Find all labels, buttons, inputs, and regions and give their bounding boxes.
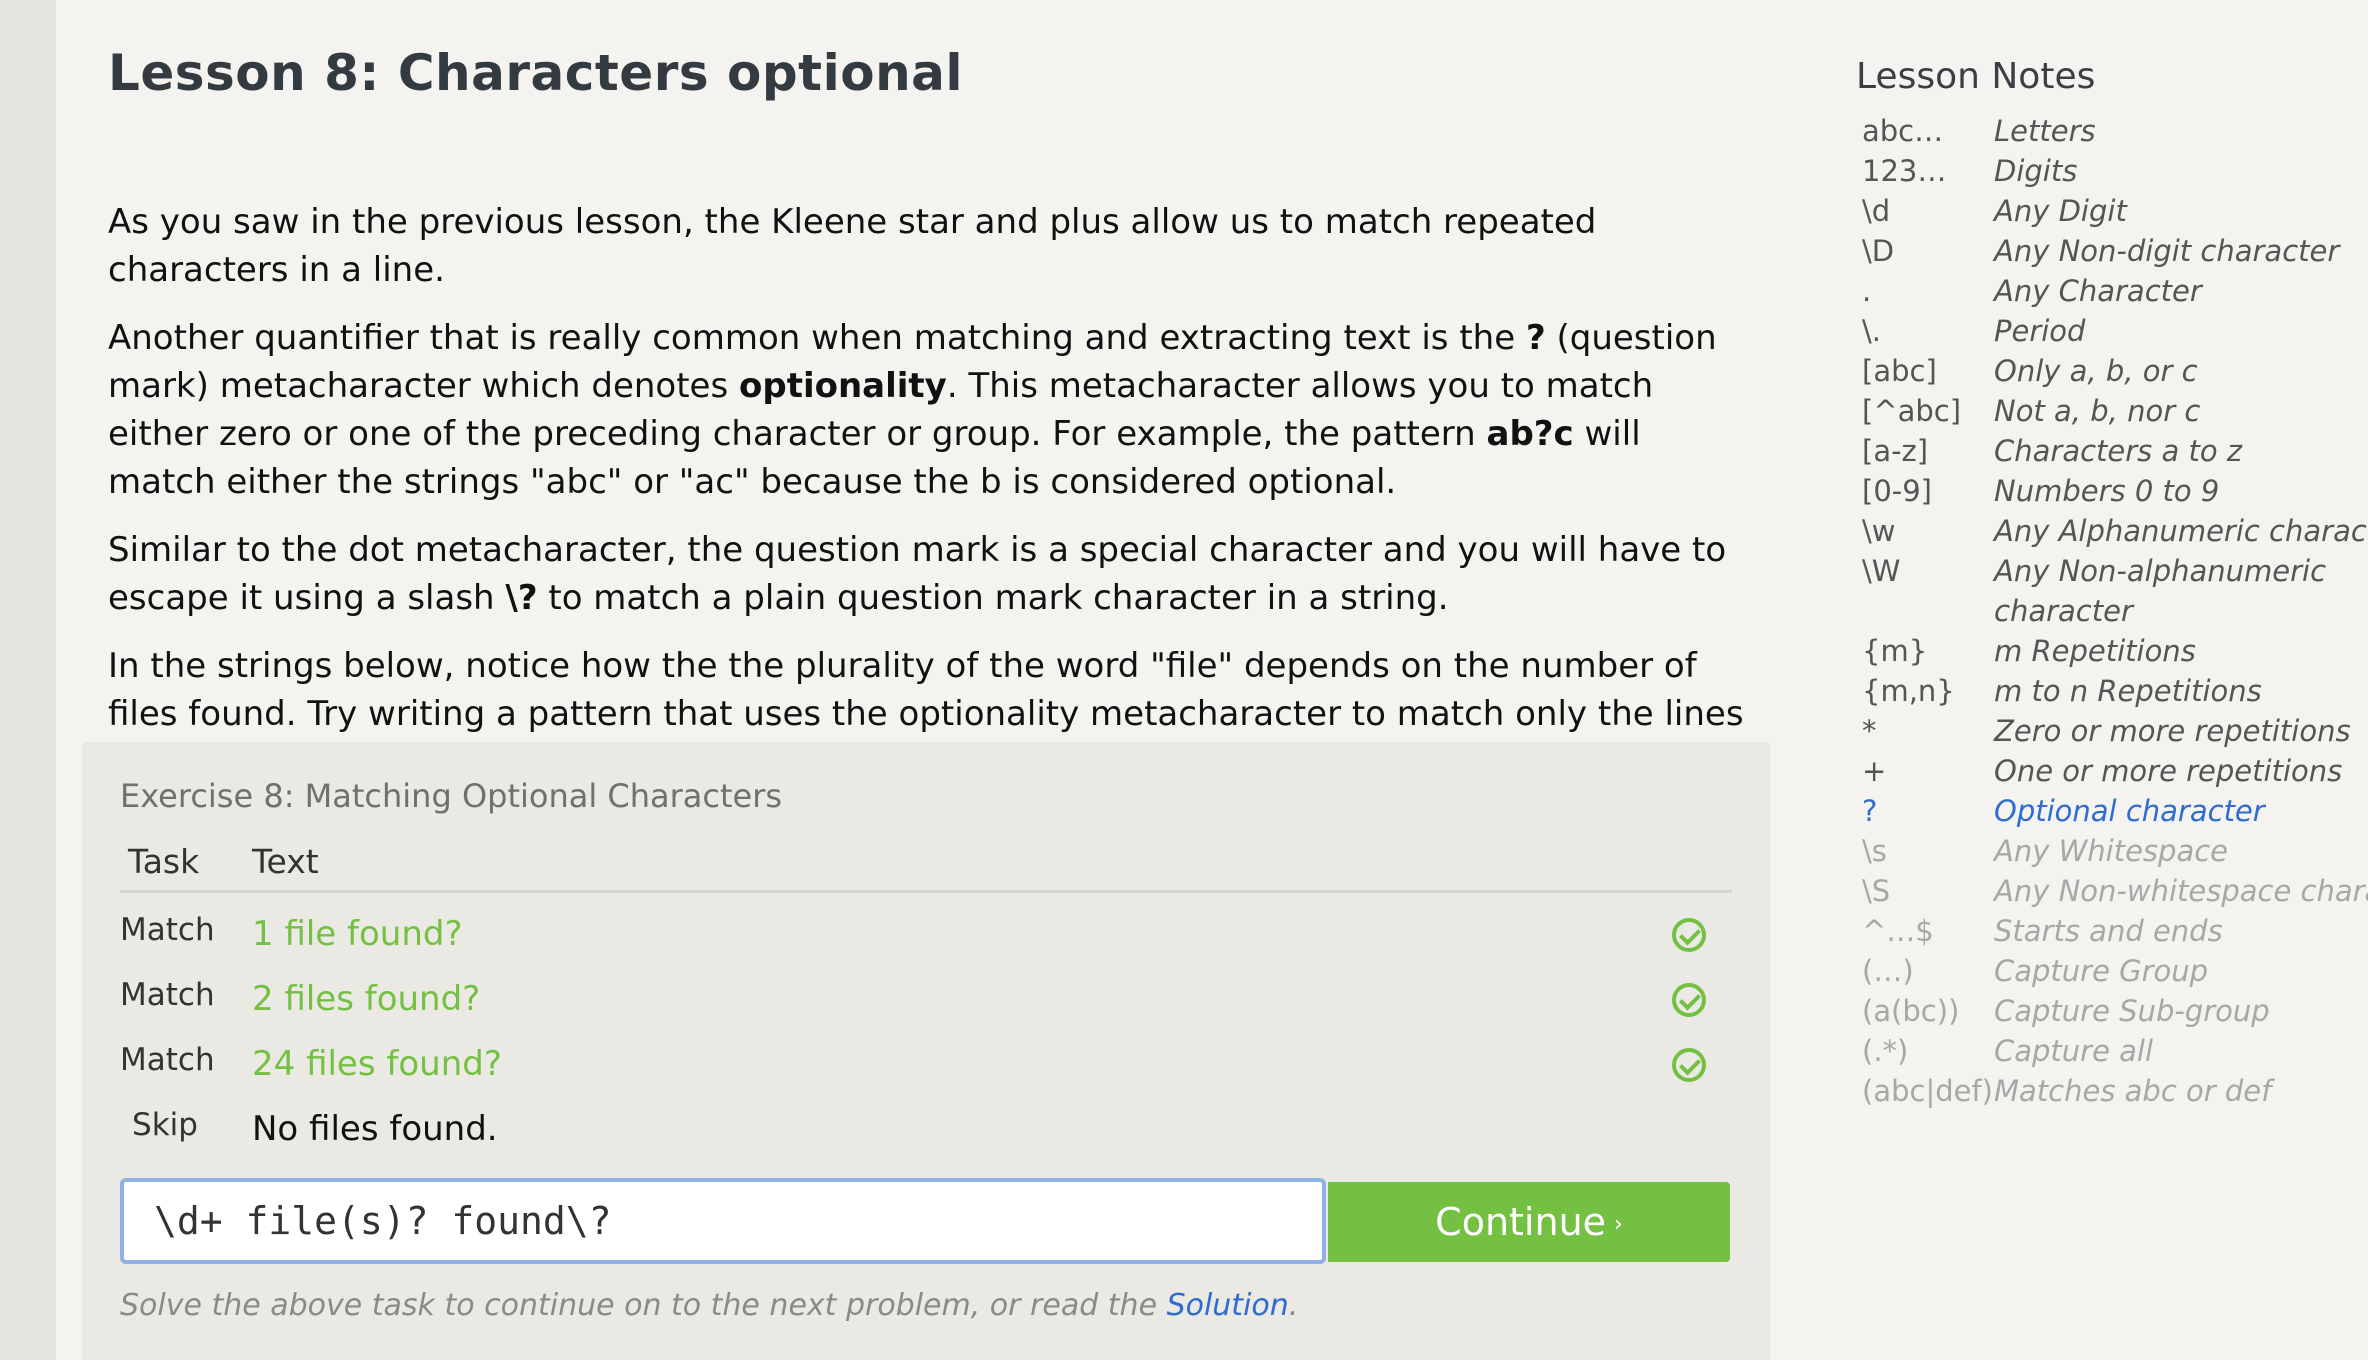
table-row: Match 2 files found? <box>82 969 1770 1029</box>
note-value: character <box>1994 594 2133 628</box>
note-key: [^abc] <box>1862 394 1962 428</box>
note-value: Any Non-digit character <box>1994 234 2340 268</box>
check-circle-icon <box>1672 918 1706 952</box>
note-key: (abc|def) <box>1862 1074 1993 1108</box>
note-key: 123… <box>1862 154 1947 188</box>
exercise-panel: Exercise 8: Matching Optional Characters… <box>82 742 1770 1360</box>
note-value: Only a, b, or c <box>1994 354 2198 388</box>
task-type: Match <box>120 977 215 1013</box>
bold-span: optionality <box>739 366 947 406</box>
note-key: {m} <box>1862 634 1928 668</box>
solution-link[interactable]: Solution <box>1167 1288 1289 1323</box>
note-key: (a(bc)) <box>1862 994 1960 1028</box>
task-text: 2 files found? <box>252 979 481 1019</box>
lesson-content: Lesson 8: Characters optional As you saw… <box>108 38 1748 782</box>
note-value: Capture Sub-group <box>1994 994 2270 1028</box>
note-key: (…) <box>1862 954 1914 988</box>
check-circle-icon <box>1672 1048 1706 1082</box>
task-text: 24 files found? <box>252 1044 502 1084</box>
lesson-paragraph-1: As you saw in the previous lesson, the K… <box>108 202 1597 290</box>
lesson-notes-title: Lesson Notes <box>1856 56 2096 97</box>
page: Lesson 8: Characters optional As you saw… <box>0 0 2368 1360</box>
task-text: 1 file found? <box>252 914 463 954</box>
note-key: . <box>1862 274 1872 308</box>
regex-input[interactable]: \d+ file(s)? found\? <box>120 1178 1326 1264</box>
note-value: Numbers 0 to 9 <box>1994 474 2220 508</box>
lesson-paragraph-2: Another quantifier that is really common… <box>108 314 1748 506</box>
column-header-text: Text <box>252 842 319 881</box>
exercise-title: Exercise 8: Matching Optional Characters <box>120 777 783 815</box>
column-header-task: Task <box>128 842 200 881</box>
note-key: \s <box>1862 834 1887 868</box>
note-value: m Repetitions <box>1994 634 2196 668</box>
check-circle-icon <box>1672 983 1706 1017</box>
note-value: Starts and ends <box>1994 914 2223 948</box>
note-value: One or more repetitions <box>1994 754 2343 788</box>
lesson-title: Lesson 8: Characters optional <box>108 44 964 102</box>
note-value: Digits <box>1994 154 2078 188</box>
text-span: Another quantifier that is really common… <box>108 318 1526 358</box>
note-key: \w <box>1862 514 1896 548</box>
header-divider <box>120 890 1732 893</box>
note-value: Not a, b, nor c <box>1994 394 2201 428</box>
note-key: [a-z] <box>1862 434 1929 468</box>
note-value: Optional character <box>1994 794 2265 828</box>
note-value: Any Alphanumeric character <box>1994 514 2368 548</box>
note-value: Any Non-whitespace characte <box>1994 874 2368 908</box>
note-key: abc… <box>1862 114 1944 148</box>
note-key: \. <box>1862 314 1881 348</box>
bold-span: ab?c <box>1486 414 1574 454</box>
task-text: No files found. <box>252 1109 498 1149</box>
task-type: Skip <box>132 1107 198 1143</box>
note-value: Period <box>1994 314 2086 348</box>
note-value: Characters a to z <box>1994 434 2243 468</box>
hint-suffix: . <box>1288 1288 1299 1323</box>
lesson-notes: Lesson Notes abc… Letters 123… Digits \d An… <box>1856 56 2368 1108</box>
bold-span: ? <box>1525 318 1546 358</box>
note-value: Matches abc or def <box>1994 1074 2272 1108</box>
note-key: \d <box>1862 194 1891 228</box>
bold-span: \? <box>505 578 538 618</box>
task-type: Match <box>120 1042 215 1078</box>
note-value: Any Character <box>1994 274 2202 308</box>
note-value: Any Non-alphanumeric <box>1994 554 2327 588</box>
note-value: m to n Repetitions <box>1994 674 2262 708</box>
note-value: Letters <box>1994 114 2096 148</box>
note-key: * <box>1862 714 1877 748</box>
lesson-paragraph-3: Similar to the dot metacharacter, the qu… <box>108 526 1748 622</box>
note-key: (.*) <box>1862 1034 1909 1068</box>
chevron-right-icon: › <box>1614 1211 1623 1237</box>
task-type: Match <box>120 912 215 948</box>
text-span: to match a plain question mark character… <box>537 578 1449 618</box>
note-value: Any Digit <box>1994 194 2127 228</box>
left-edge <box>0 0 56 1360</box>
note-key: [0-9] <box>1862 474 1932 508</box>
hint-text: Solve the above task to continue on to t… <box>120 1288 1298 1323</box>
table-row: Skip No files found. <box>82 1099 1770 1159</box>
note-key: + <box>1862 754 1887 788</box>
note-value: Zero or more repetitions <box>1994 714 2351 748</box>
note-key: \W <box>1862 554 1901 588</box>
note-key: ? <box>1862 794 1878 828</box>
note-key: ^…$ <box>1862 914 1934 948</box>
continue-label: Continue <box>1435 1200 1607 1244</box>
continue-button[interactable]: Continue › <box>1328 1182 1730 1262</box>
note-key: \D <box>1862 234 1895 268</box>
note-key: [abc] <box>1862 354 1937 388</box>
table-row: Match 24 files found? <box>82 1034 1770 1094</box>
hint-prefix: Solve the above task to continue on to t… <box>120 1288 1167 1323</box>
table-row: Match 1 file found? <box>82 904 1770 964</box>
note-value: Any Whitespace <box>1994 834 2228 868</box>
note-value: Capture Group <box>1994 954 2209 988</box>
note-key: {m,n} <box>1862 674 1955 708</box>
note-key: \S <box>1862 874 1891 908</box>
note-value: Capture all <box>1994 1034 2154 1068</box>
